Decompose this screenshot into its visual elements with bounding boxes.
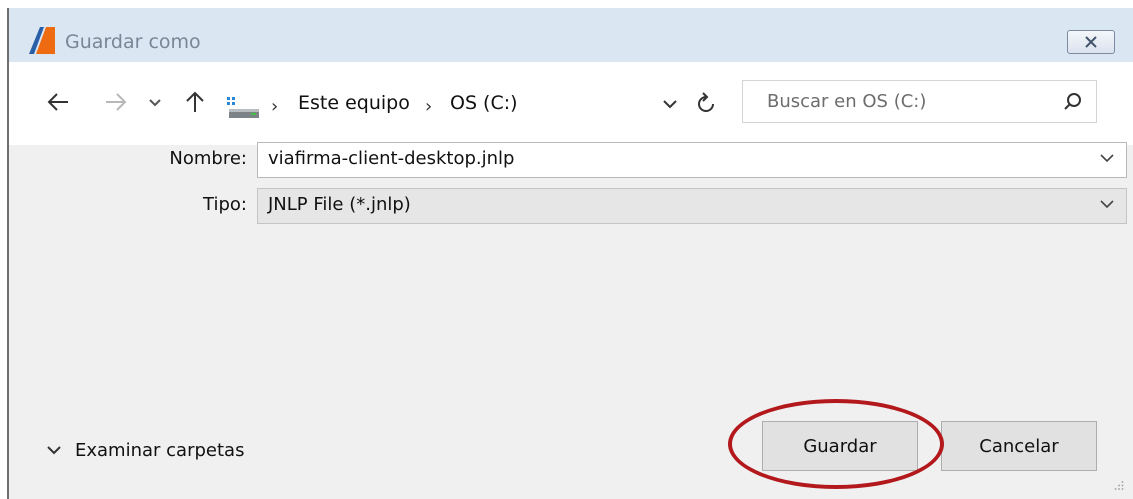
breadcrumb-separator: › (425, 96, 433, 117)
search-input[interactable] (765, 90, 1049, 113)
file-type-value: JNLP File (*.jnlp) (268, 194, 411, 215)
type-label: Tipo: (203, 194, 247, 215)
browse-folders-toggle[interactable]: Examinar carpetas (47, 440, 244, 461)
chevron-down-icon[interactable] (1100, 154, 1114, 163)
chevron-down-icon (47, 446, 61, 455)
breadcrumb-separator: › (271, 96, 279, 117)
resize-grip-icon[interactable] (1114, 480, 1124, 490)
close-icon (1085, 36, 1097, 48)
breadcrumb-este-equipo[interactable]: Este equipo (298, 92, 410, 114)
close-button[interactable] (1067, 30, 1115, 54)
browse-folders-label: Examinar carpetas (75, 440, 245, 461)
back-icon[interactable] (47, 92, 69, 112)
computer-drive-icon (227, 97, 259, 118)
chevron-down-icon[interactable] (1100, 200, 1114, 209)
navigation-bar: › Este equipo › OS (C:) (9, 62, 1133, 145)
name-label: Nombre: (169, 148, 247, 169)
search-icon[interactable] (1063, 92, 1082, 111)
save-button[interactable]: Guardar (762, 421, 918, 471)
dialog-title: Guardar como (65, 31, 201, 53)
forward-icon[interactable] (105, 92, 127, 112)
recent-locations-chevron-icon[interactable] (149, 99, 161, 107)
java-webstart-logo-icon (29, 27, 55, 54)
search-box[interactable] (742, 80, 1097, 123)
up-arrow-icon[interactable] (185, 91, 205, 113)
breadcrumb-os-c[interactable]: OS (C:) (450, 92, 518, 114)
title-bar: Guardar como (9, 8, 1133, 62)
save-as-dialog: Guardar como › Este equipo › OS (C:) Bus… (7, 8, 1133, 499)
cancel-button[interactable]: Cancelar (941, 421, 1097, 471)
address-dropdown-chevron-icon[interactable] (663, 100, 677, 109)
file-name-value: viafirma-client-desktop.jnlp (268, 148, 515, 169)
file-name-field[interactable]: viafirma-client-desktop.jnlp (257, 142, 1127, 178)
refresh-icon[interactable] (697, 92, 715, 114)
file-type-select[interactable]: JNLP File (*.jnlp) (257, 188, 1127, 224)
